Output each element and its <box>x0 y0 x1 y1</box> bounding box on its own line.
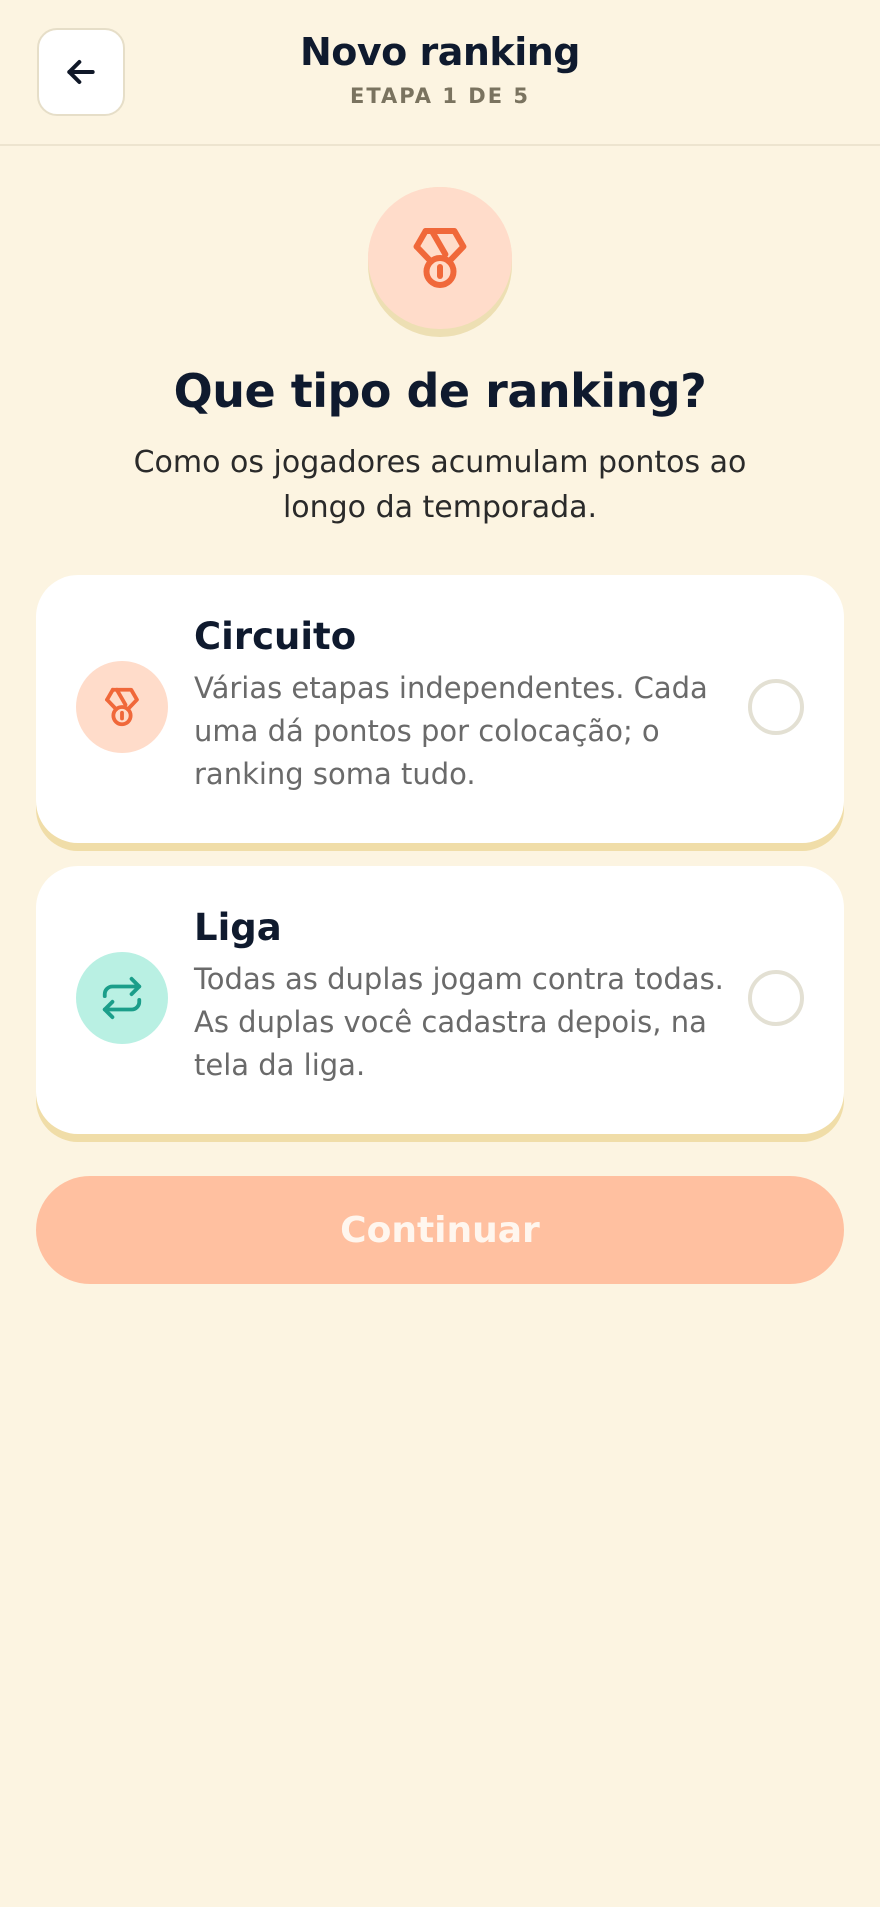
page-title: Que tipo de ranking? <box>173 364 707 418</box>
option-radio[interactable] <box>748 970 804 1026</box>
option-icon-badge <box>76 952 168 1044</box>
option-card-circuito[interactable]: Circuito Várias etapas independentes. Ca… <box>36 575 844 843</box>
hero-medal-badge <box>368 187 512 337</box>
option-description: Várias etapas independentes. Cada uma dá… <box>194 671 708 791</box>
header: Novo ranking ETAPA 1 DE 5 <box>0 0 880 146</box>
repeat-arrows-icon <box>102 976 142 1020</box>
header-title: Novo ranking <box>299 30 581 74</box>
option-description: Todas as duplas jogam contra todas. As d… <box>194 962 724 1082</box>
step-indicator: ETAPA 1 DE 5 <box>350 84 530 108</box>
option-icon-badge <box>76 661 168 753</box>
option-card-liga[interactable]: Liga Todas as duplas jogam contra todas.… <box>36 866 844 1134</box>
medal-icon <box>413 228 467 288</box>
option-title: Circuito <box>194 615 357 658</box>
option-radio[interactable] <box>748 679 804 735</box>
page-subtitle: Como os jogadores acumulam pontos ao lon… <box>133 445 747 525</box>
continue-button[interactable]: Continuar <box>36 1176 844 1284</box>
medal-icon <box>105 687 139 727</box>
option-title: Liga <box>194 906 282 949</box>
